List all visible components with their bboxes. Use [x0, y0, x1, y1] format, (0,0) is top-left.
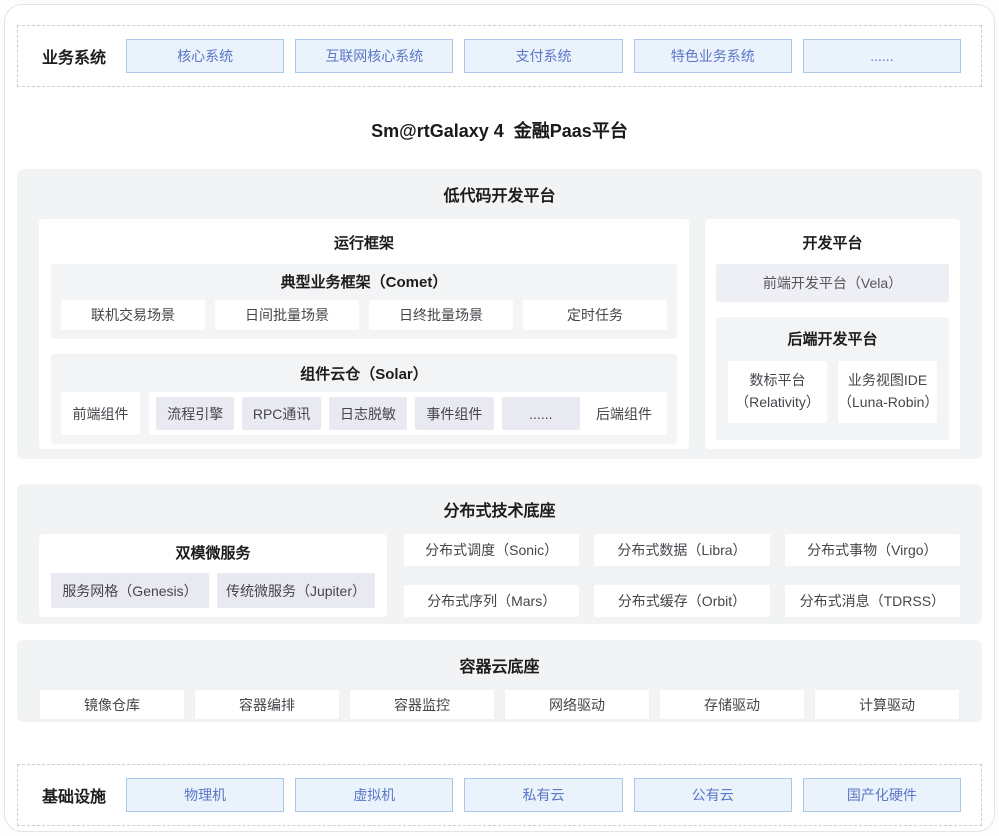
solar-chip: 事件组件	[415, 397, 493, 430]
distributed-service-box: 分布式数据（Libra）	[594, 534, 769, 566]
solar-strip: 流程引擎 RPC通讯 日志脱敏 事件组件 ...... 后端组件	[149, 392, 667, 435]
lowcode-section-title: 低代码开发平台	[39, 182, 960, 206]
container-cloud-title: 容器云底座	[39, 653, 960, 677]
distributed-base-section: 分布式技术底座 双模微服务 服务网格（Genesis） 传统微服务（Jupite…	[17, 484, 982, 624]
business-system-box: 支付系统	[464, 39, 622, 73]
infrastructure-bar: 基础设施 物理机 虚拟机 私有云 公有云 国产化硬件	[17, 764, 982, 826]
lowcode-body: 运行框架 典型业务框架（Comet） 联机交易场景 日间批量场景 日终批量场景 …	[39, 219, 960, 449]
distributed-service-box: 分布式调度（Sonic）	[404, 534, 579, 566]
solar-chip: 日志脱敏	[329, 397, 407, 430]
backend-dev-item-line2: （Relativity）	[735, 392, 820, 414]
dev-platform-title: 开发平台	[716, 219, 949, 264]
backend-dev-item: 数标平台 （Relativity）	[728, 361, 827, 423]
infrastructure-box: 公有云	[634, 778, 792, 812]
runtime-framework-title: 运行框架	[51, 219, 677, 264]
backend-dev-item-line1: 业务视图IDE	[848, 370, 927, 392]
container-cloud-item: 镜像仓库	[39, 689, 185, 720]
dual-mode-microservice-card: 双模微服务 服务网格（Genesis） 传统微服务（Jupiter）	[39, 534, 387, 617]
backend-dev-platform-title: 后端开发平台	[728, 328, 937, 349]
container-cloud-item: 容器编排	[194, 689, 340, 720]
backend-dev-item-line2: （Luna-Robin）	[838, 392, 937, 414]
comet-title: 典型业务框架（Comet）	[61, 271, 667, 292]
infrastructure-box: 物理机	[126, 778, 284, 812]
lowcode-platform-section: 低代码开发平台 运行框架 典型业务框架（Comet） 联机交易场景 日间批量场景…	[17, 169, 982, 459]
backend-dev-item: 业务视图IDE （Luna-Robin）	[838, 361, 937, 423]
frontend-dev-platform-box: 前端开发平台（Vela）	[716, 264, 949, 302]
business-system-box: 特色业务系统	[634, 39, 792, 73]
solar-frontend-box: 前端组件	[61, 392, 140, 435]
business-systems-boxes: 核心系统 互联网核心系统 支付系统 特色业务系统 ......	[126, 39, 961, 73]
comet-item: 联机交易场景	[61, 300, 205, 330]
business-system-box: ......	[803, 39, 961, 73]
dual-mode-item: 服务网格（Genesis）	[51, 573, 209, 608]
comet-framework-group: 典型业务框架（Comet） 联机交易场景 日间批量场景 日终批量场景 定时任务	[51, 264, 677, 339]
infrastructure-box: 私有云	[464, 778, 622, 812]
comet-item: 日终批量场景	[369, 300, 513, 330]
distributed-service-box: 分布式消息（TDRSS）	[785, 585, 960, 617]
backend-dev-boxes: 数标平台 （Relativity） 业务视图IDE （Luna-Robin）	[728, 361, 937, 423]
solar-chip: RPC通讯	[242, 397, 320, 430]
container-cloud-item: 计算驱动	[814, 689, 960, 720]
container-cloud-boxes: 镜像仓库 容器编排 容器监控 网络驱动 存储驱动 计算驱动	[39, 689, 960, 720]
platform-title: Sm@rtGalaxy 4 金融Paas平台	[17, 117, 982, 143]
dev-platform-card: 开发平台 前端开发平台（Vela） 后端开发平台 数标平台 （Relativit…	[705, 219, 960, 449]
dual-mode-boxes: 服务网格（Genesis） 传统微服务（Jupiter）	[51, 573, 375, 608]
solar-components-group: 组件云仓（Solar） 前端组件 流程引擎 RPC通讯 日志脱敏 事件组件 ..…	[51, 354, 677, 444]
distributed-service-box: 分布式序列（Mars）	[404, 585, 579, 617]
container-cloud-section: 容器云底座 镜像仓库 容器编排 容器监控 网络驱动 存储驱动 计算驱动	[17, 640, 982, 722]
distributed-body: 双模微服务 服务网格（Genesis） 传统微服务（Jupiter） 分布式调度…	[39, 534, 960, 617]
comet-item: 日间批量场景	[215, 300, 359, 330]
solar-boxes: 前端组件 流程引擎 RPC通讯 日志脱敏 事件组件 ...... 后端组件	[61, 392, 667, 435]
solar-chip: ......	[502, 397, 580, 430]
solar-title: 组件云仓（Solar）	[61, 363, 667, 384]
distributed-service-box: 分布式事物（Virgo）	[785, 534, 960, 566]
dual-mode-item: 传统微服务（Jupiter）	[217, 573, 375, 608]
comet-boxes: 联机交易场景 日间批量场景 日终批量场景 定时任务	[61, 300, 667, 330]
container-cloud-item: 容器监控	[349, 689, 495, 720]
distributed-section-title: 分布式技术底座	[39, 497, 960, 521]
infrastructure-box: 国产化硬件	[803, 778, 961, 812]
business-system-box: 核心系统	[126, 39, 284, 73]
distributed-services-grid: 分布式调度（Sonic） 分布式数据（Libra） 分布式事物（Virgo） 分…	[404, 534, 960, 617]
business-systems-label: 业务系统	[42, 44, 106, 68]
backend-dev-platform-group: 后端开发平台 数标平台 （Relativity） 业务视图IDE （Luna-R…	[716, 317, 949, 440]
solar-backend-label: 后端组件	[588, 404, 660, 424]
business-system-box: 互联网核心系统	[295, 39, 453, 73]
container-cloud-item: 存储驱动	[659, 689, 805, 720]
dual-mode-title: 双模微服务	[51, 534, 375, 573]
backend-dev-item-line1: 数标平台	[750, 370, 806, 392]
runtime-framework-card: 运行框架 典型业务框架（Comet） 联机交易场景 日间批量场景 日终批量场景 …	[39, 219, 689, 449]
infrastructure-label: 基础设施	[42, 783, 106, 807]
infrastructure-boxes: 物理机 虚拟机 私有云 公有云 国产化硬件	[126, 778, 961, 812]
architecture-diagram: 业务系统 核心系统 互联网核心系统 支付系统 特色业务系统 ...... Sm@…	[4, 4, 995, 832]
comet-item: 定时任务	[523, 300, 667, 330]
distributed-service-box: 分布式缓存（Orbit）	[594, 585, 769, 617]
infrastructure-box: 虚拟机	[295, 778, 453, 812]
business-systems-bar: 业务系统 核心系统 互联网核心系统 支付系统 特色业务系统 ......	[17, 25, 982, 87]
container-cloud-item: 网络驱动	[504, 689, 650, 720]
solar-chip: 流程引擎	[156, 397, 234, 430]
